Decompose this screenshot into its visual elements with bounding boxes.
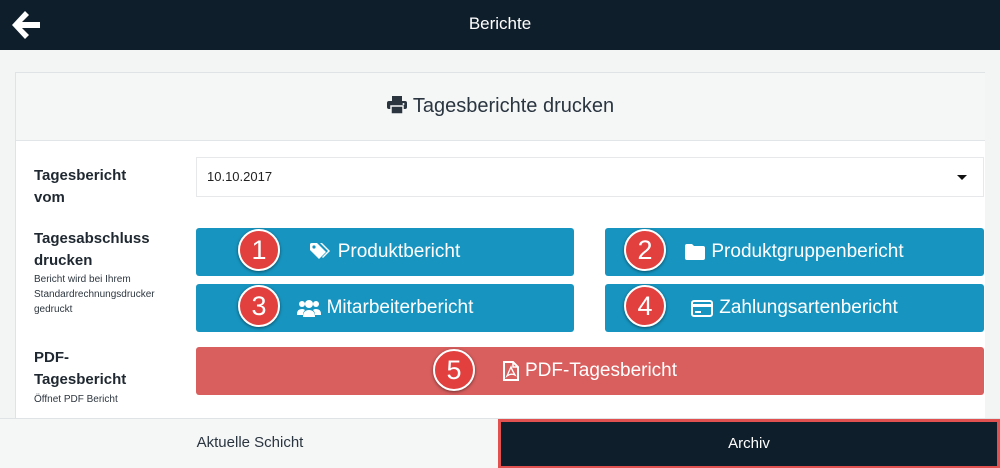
print-label: Tagesabschluss drucken [34, 228, 150, 272]
product-group-report-label: Produktgruppenbericht [711, 241, 904, 262]
callout-badge-1: 1 [238, 229, 280, 271]
product-report-label: Produktbericht [337, 241, 461, 262]
callout-badge-2: 2 [624, 229, 666, 271]
payment-type-report-label: Zahlungsartenbericht [719, 297, 898, 318]
pdf-report-label: PDF-Tagesbericht [524, 360, 678, 381]
caret-down-icon [957, 175, 967, 180]
print-hint-line1: Bericht wird bei Ihrem [34, 274, 131, 285]
tags-icon [309, 243, 332, 261]
users-icon [296, 299, 321, 317]
date-label: Tagesbericht vom [34, 165, 126, 209]
print-label-line2: drucken [34, 252, 93, 269]
printer-icon [386, 96, 407, 115]
file-pdf-icon [502, 361, 519, 381]
panel-title: Tagesberichte drucken [16, 95, 985, 118]
credit-card-icon [691, 299, 714, 317]
print-hint: Bericht wird bei Ihrem Standardrechnungs… [34, 272, 155, 317]
page-title: Berichte [468, 14, 532, 33]
pdf-hint: Öffnet PDF Bericht [34, 394, 118, 405]
employee-report-label: Mitarbeiterbericht [326, 297, 474, 318]
tab-archive[interactable]: Archiv [498, 419, 1000, 468]
panel-header: Tagesberichte drucken [16, 73, 985, 141]
pdf-label: PDF- Tagesbericht [34, 347, 126, 391]
print-hint-line3: gedruckt [34, 304, 73, 315]
pdf-label-line2: Tagesbericht [34, 371, 127, 388]
callout-badge-4: 4 [624, 285, 666, 327]
bottom-tab-bar: Aktuelle Schicht Archiv [0, 418, 1000, 468]
date-select[interactable]: 10.10.2017 [196, 157, 984, 197]
pdf-report-button[interactable]: PDF-Tagesbericht [196, 347, 984, 395]
folder-icon [685, 244, 706, 260]
callout-badge-3: 3 [238, 285, 280, 327]
date-select-value: 10.10.2017 [207, 169, 273, 184]
print-hint-line2: Standardrechnungsdrucker [34, 289, 155, 300]
pdf-label-line1: PDF- [34, 349, 69, 366]
callout-badge-5: 5 [433, 349, 475, 391]
top-bar: Berichte [0, 0, 1000, 50]
report-panel: Tagesberichte drucken Tagesbericht vom 1… [15, 72, 985, 418]
panel-title-text: Tagesberichte drucken [412, 95, 615, 117]
date-label-line1: Tagesbericht [34, 167, 127, 184]
tab-current-shift[interactable]: Aktuelle Schicht [0, 419, 500, 468]
print-label-line1: Tagesabschluss [34, 230, 150, 247]
date-label-line2: vom [34, 189, 65, 206]
